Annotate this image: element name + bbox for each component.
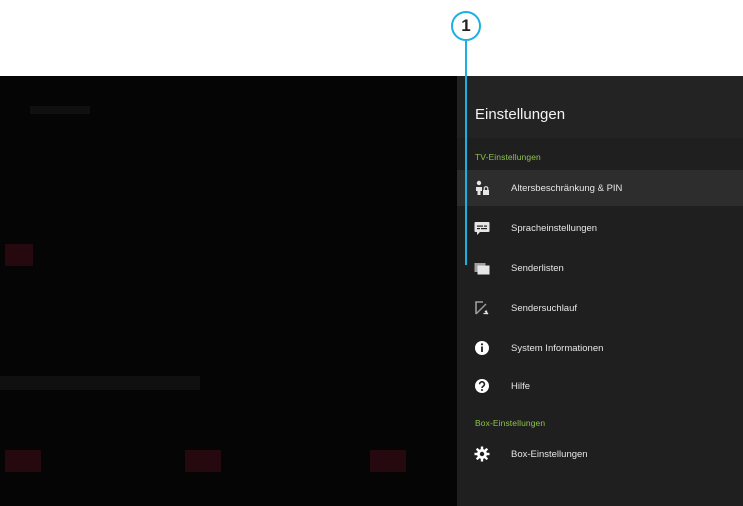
channel-list-icon — [473, 259, 491, 277]
menu-item-channel-scan[interactable]: Sendersuchlauf — [457, 290, 743, 326]
menu-item-label: Senderlisten — [511, 262, 564, 274]
channel-scan-icon — [473, 299, 491, 317]
section-label-box-settings: Box-Einstellungen — [475, 418, 546, 428]
background-logo-ghost — [5, 244, 33, 266]
menu-item-help[interactable]: Hilfe — [457, 368, 743, 404]
menu-item-label: System Informationen — [511, 342, 604, 354]
tv-background-screen — [0, 76, 457, 506]
menu-item-system-info[interactable]: System Informationen — [457, 330, 743, 366]
menu-item-channel-lists[interactable]: Senderlisten — [457, 250, 743, 286]
menu-item-label: Altersbeschränkung & PIN — [511, 182, 623, 194]
background-strip-ghost — [0, 376, 200, 390]
background-text-ghost — [30, 106, 90, 114]
section-label-tv-settings: TV-Einstellungen — [475, 152, 541, 162]
menu-item-label: Hilfe — [511, 380, 531, 392]
settings-header: Einstellungen — [457, 76, 743, 138]
menu-item-label: Sendersuchlauf — [511, 302, 578, 314]
settings-title: Einstellungen — [475, 106, 566, 123]
background-tile-ghost — [5, 450, 41, 472]
background-tile-ghost — [185, 450, 221, 472]
white-margin-area — [0, 0, 743, 76]
subtitles-icon — [473, 219, 491, 237]
menu-item-parental-pin[interactable]: Altersbeschränkung & PIN — [457, 170, 743, 206]
gear-icon — [473, 445, 491, 463]
callout-pointer-line — [465, 41, 467, 265]
menu-item-language-settings[interactable]: Spracheinstellungen — [457, 210, 743, 246]
menu-item-label: Box-Einstellungen — [511, 448, 588, 460]
settings-panel: Einstellungen TV-Einstellungen Altersbes… — [457, 76, 743, 506]
menu-item-label: Spracheinstellungen — [511, 222, 598, 234]
parental-lock-icon — [473, 179, 491, 197]
info-icon — [473, 339, 491, 357]
callout-number-badge: 1 — [451, 11, 481, 41]
menu-item-box-settings[interactable]: Box-Einstellungen — [457, 436, 743, 472]
help-icon — [473, 377, 491, 395]
background-tile-ghost — [370, 450, 406, 472]
